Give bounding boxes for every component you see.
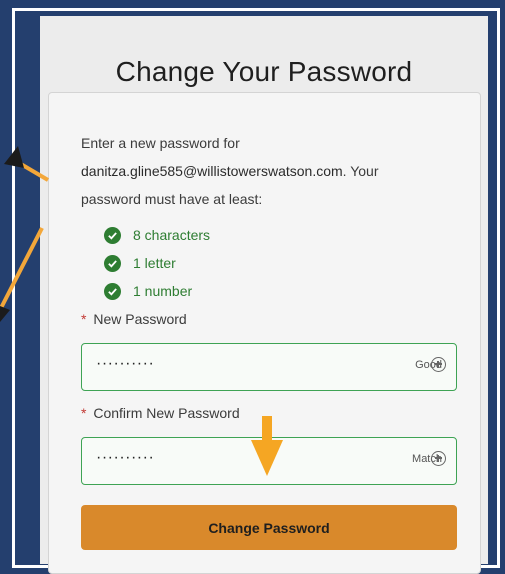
connector-line-icon (0, 146, 50, 322)
annotation-overlay (0, 146, 283, 476)
pointer-arrow-icon (251, 416, 283, 476)
